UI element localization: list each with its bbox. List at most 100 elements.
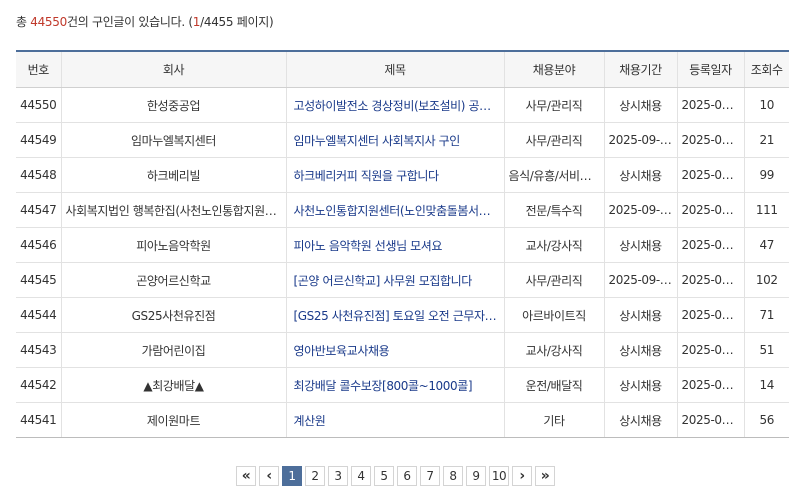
- column-header-number: 번호: [16, 51, 62, 88]
- post-date: 2025-09-01: [677, 192, 745, 228]
- table-row: 44543 가람어린이집 영아반보육교사채용 교사/강사직 상시채용 2025-09-01…: [16, 332, 789, 368]
- last-page-button[interactable]: »: [535, 466, 555, 486]
- company-name: 한성중공업: [61, 87, 287, 123]
- post-title-cell: 하크베리커피 직원을 구합니다: [286, 157, 505, 193]
- prev-page-button[interactable]: ‹: [259, 466, 279, 486]
- post-date: 2025-09-01: [677, 227, 745, 263]
- job-field: 교사/강사직: [504, 332, 605, 368]
- view-count: 21: [744, 122, 789, 158]
- post-title-cell: [GS25 사천유진점] 토요일 오전 근무자 모...: [286, 297, 505, 333]
- column-header-period: 채용기간: [604, 51, 678, 88]
- job-list-table: 번호 회사 제목 채용분야 채용기간 등록일자 조회수 44550 한성중공업 고성하이발전소 …: [16, 50, 789, 438]
- company-name: GS25사천유진점: [61, 297, 287, 333]
- company-name: 가람어린이집: [61, 332, 287, 368]
- post-title-cell: 사천노인통합지원센터(노인맞춤돌봄서비스)...: [286, 192, 505, 228]
- hiring-period: 상시채용: [604, 402, 678, 438]
- post-date: 2025-09-02: [677, 122, 745, 158]
- post-date: 2025-09-01: [677, 297, 745, 333]
- post-title-link[interactable]: 영아반보육교사채용: [294, 344, 390, 358]
- page-2-button[interactable]: 2: [305, 466, 325, 486]
- post-number: 44547: [16, 192, 62, 228]
- post-number: 44549: [16, 122, 62, 158]
- post-number: 44541: [16, 402, 62, 438]
- page-9-button[interactable]: 9: [466, 466, 486, 486]
- company-name: 피아노음악학원: [61, 227, 287, 263]
- view-count: 10: [744, 87, 789, 123]
- view-count: 71: [744, 297, 789, 333]
- page-5-button[interactable]: 5: [374, 466, 394, 486]
- summary-pages: /4455 페이지): [200, 15, 274, 29]
- table-row: 44546 피아노음악학원 피아노 음악학원 선생님 모셔요 교사/강사직 상시채용 20…: [16, 227, 789, 263]
- table-row: 44545 곤양어르신학교 [곤양 어르신학교] 사무원 모집합니다 사무/관리직 20…: [16, 262, 789, 298]
- post-number: 44548: [16, 157, 62, 193]
- post-date: 2025-09-01: [677, 332, 745, 368]
- view-count: 111: [744, 192, 789, 228]
- company-name: 제이원마트: [61, 402, 287, 438]
- post-number: 44546: [16, 227, 62, 263]
- summary-prefix: 총: [16, 15, 31, 29]
- post-number: 44545: [16, 262, 62, 298]
- post-title-link[interactable]: 계산원: [294, 414, 326, 428]
- page-8-button[interactable]: 8: [443, 466, 463, 486]
- summary-mid: 건의 구인글이 있습니다. (: [66, 15, 193, 29]
- job-field: 아르바이트직: [504, 297, 605, 333]
- job-field: 기타: [504, 402, 605, 438]
- post-date: 2025-09-02: [677, 87, 745, 123]
- page-7-button[interactable]: 7: [420, 466, 440, 486]
- hiring-period: 2025-09-20: [604, 122, 678, 158]
- column-header-field: 채용분야: [504, 51, 605, 88]
- pagination: «‹ 1 2 3 4 5 6 7 8 9 10 ›»: [236, 466, 555, 486]
- post-title-cell: 최강배달 콜수보장[800콜~1000콜]: [286, 367, 505, 403]
- table-row: 44541 제이원마트 계산원 기타 상시채용 2025-09-01 56: [16, 402, 789, 438]
- page-10-button[interactable]: 10: [489, 466, 509, 486]
- post-number: 44543: [16, 332, 62, 368]
- table-row: 44544 GS25사천유진점 [GS25 사천유진점] 토요일 오전 근무자 모.…: [16, 297, 789, 333]
- page-6-button[interactable]: 6: [397, 466, 417, 486]
- post-title-link[interactable]: [GS25 사천유진점] 토요일 오전 근무자 모...: [294, 309, 504, 323]
- job-field: 사무/관리직: [504, 262, 605, 298]
- post-date: 2025-09-01: [677, 262, 745, 298]
- post-title-link[interactable]: 사천노인통합지원센터(노인맞춤돌봄서비스)...: [294, 204, 504, 218]
- table-row: 44549 임마누엘복지센터 임마누엘복지센터 사회복지사 구인 사무/관리직 2025…: [16, 122, 789, 158]
- hiring-period: 상시채용: [604, 332, 678, 368]
- table-row: 44542 ▲최강배달▲ 최강배달 콜수보장[800콜~1000콜] 운전/배달직 상시…: [16, 367, 789, 403]
- job-field: 사무/관리직: [504, 87, 605, 123]
- company-name: 사회복지법인 행복한집(사천노인통합지원센터): [61, 192, 287, 228]
- company-name: 임마누엘복지센터: [61, 122, 287, 158]
- post-number: 44544: [16, 297, 62, 333]
- result-summary: 총 44550건의 구인글이 있습니다. (1/4455 페이지): [16, 13, 274, 30]
- post-number: 44550: [16, 87, 62, 123]
- table-header-row: 번호 회사 제목 채용분야 채용기간 등록일자 조회수: [16, 51, 789, 88]
- job-field: 교사/강사직: [504, 227, 605, 263]
- column-header-views: 조회수: [744, 51, 789, 88]
- first-page-button[interactable]: «: [236, 466, 256, 486]
- next-page-button[interactable]: ›: [512, 466, 532, 486]
- company-name: ▲최강배달▲: [61, 367, 287, 403]
- view-count: 56: [744, 402, 789, 438]
- post-date: 2025-09-01: [677, 157, 745, 193]
- post-title-link[interactable]: 임마누엘복지센터 사회복지사 구인: [294, 134, 461, 148]
- table-row: 44548 하크베리빌 하크베리커피 직원을 구합니다 음식/유흥/서비스직 상시채용 2…: [16, 157, 789, 193]
- post-title-cell: 영아반보육교사채용: [286, 332, 505, 368]
- post-title-link[interactable]: 최강배달 콜수보장[800콜~1000콜]: [294, 379, 473, 393]
- post-number: 44542: [16, 367, 62, 403]
- post-title-link[interactable]: 하크베리커피 직원을 구합니다: [294, 169, 440, 183]
- page-1-button[interactable]: 1: [282, 466, 302, 486]
- column-header-date: 등록일자: [677, 51, 745, 88]
- post-title-link[interactable]: 고성하이발전소 경상정비(보조설비) 공무직...: [294, 99, 504, 113]
- hiring-period: 상시채용: [604, 367, 678, 403]
- hiring-period: 2025-09-08: [604, 192, 678, 228]
- hiring-period: 상시채용: [604, 297, 678, 333]
- page-4-button[interactable]: 4: [351, 466, 371, 486]
- company-name: 하크베리빌: [61, 157, 287, 193]
- view-count: 47: [744, 227, 789, 263]
- post-title-link[interactable]: 피아노 음악학원 선생님 모셔요: [294, 239, 443, 253]
- post-title-link[interactable]: [곤양 어르신학교] 사무원 모집합니다: [294, 274, 473, 288]
- page-3-button[interactable]: 3: [328, 466, 348, 486]
- hiring-period: 상시채용: [604, 87, 678, 123]
- post-title-cell: 고성하이발전소 경상정비(보조설비) 공무직...: [286, 87, 505, 123]
- job-field: 음식/유흥/서비스직: [504, 157, 605, 193]
- post-title-cell: 계산원: [286, 402, 505, 438]
- hiring-period: 상시채용: [604, 227, 678, 263]
- view-count: 51: [744, 332, 789, 368]
